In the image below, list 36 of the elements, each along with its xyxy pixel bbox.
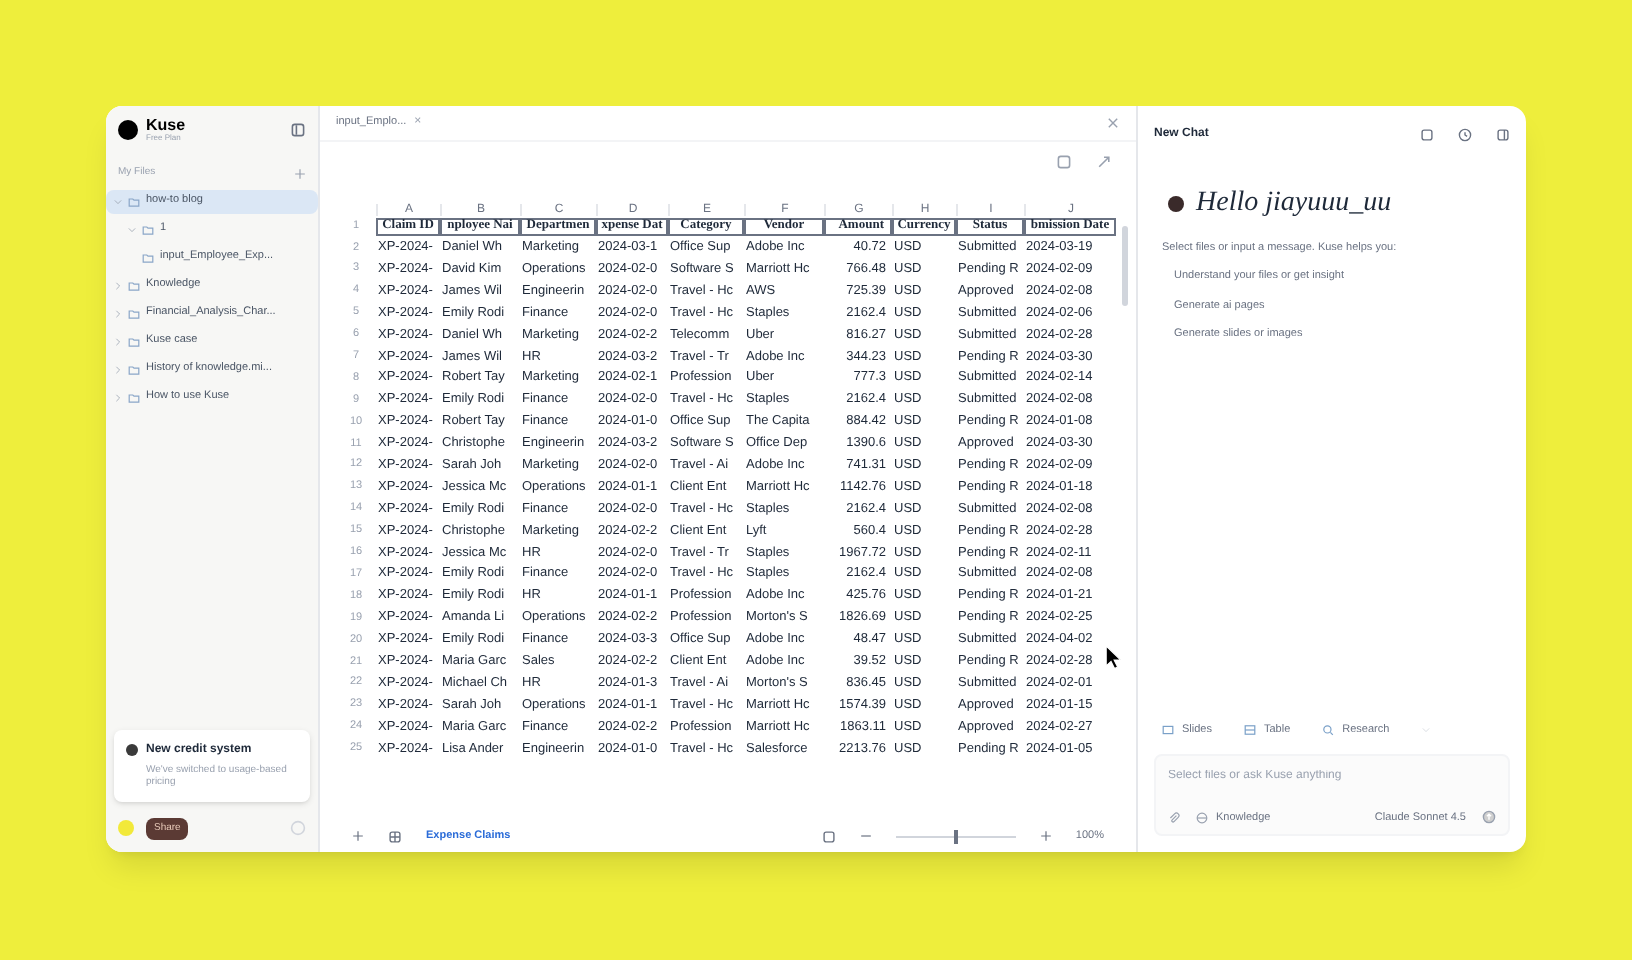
logo-icon <box>1168 195 1184 211</box>
folder-icon <box>128 307 140 319</box>
send-icon[interactable] <box>1482 810 1496 825</box>
chevron-icon[interactable] <box>114 197 122 205</box>
zoom-in-icon[interactable] <box>1039 830 1052 842</box>
folder-icon <box>128 391 140 403</box>
info-icon <box>126 744 138 756</box>
new-chat-icon[interactable] <box>1420 127 1434 141</box>
sheets-icon[interactable] <box>388 829 402 843</box>
folder-icon <box>142 223 154 235</box>
expand-icon[interactable] <box>1096 154 1112 170</box>
close-icon[interactable] <box>1106 116 1120 130</box>
logo-icon <box>118 120 138 140</box>
folder-icon <box>128 335 140 347</box>
chevron-icon[interactable] <box>128 225 136 233</box>
panel-icon[interactable] <box>1496 127 1510 141</box>
search-icon <box>1322 723 1335 736</box>
folder-icon <box>128 279 140 291</box>
folder-icon <box>142 251 154 263</box>
brand-name: Kuse <box>146 118 186 134</box>
attach-icon[interactable] <box>1168 811 1180 824</box>
sidebar-toggle-icon[interactable] <box>290 122 306 138</box>
scrollbar <box>1122 226 1128 306</box>
history-icon[interactable] <box>1458 127 1472 141</box>
table-icon <box>1243 723 1256 736</box>
add-icon[interactable] <box>294 167 306 180</box>
folder-icon <box>128 195 140 207</box>
globe-icon <box>1196 811 1208 824</box>
zoom-out-icon[interactable] <box>859 830 872 842</box>
folder-icon <box>128 363 140 375</box>
mouse-cursor-icon <box>1104 642 1126 672</box>
slides-icon <box>1162 723 1174 736</box>
zoom-slider-thumb[interactable] <box>953 829 958 843</box>
add-sheet-icon[interactable] <box>352 830 364 842</box>
greeting: Hello jiayuuu_uu <box>1196 186 1392 222</box>
help-icon[interactable] <box>290 820 306 837</box>
